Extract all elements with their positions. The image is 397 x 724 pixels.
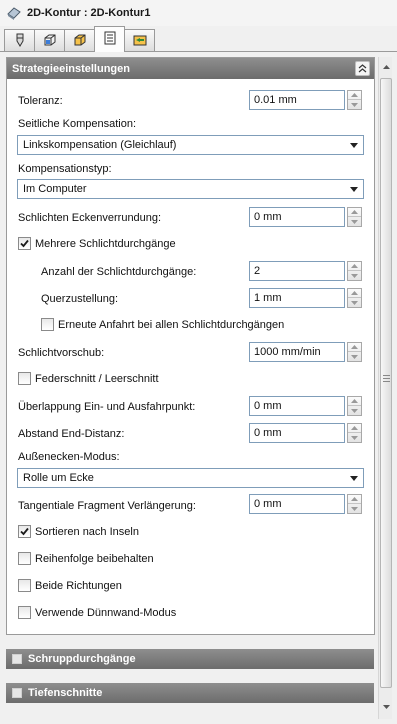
stock-box-icon [42,32,58,51]
tangential-label: Tangentiale Fragment Verlängerung: [18,500,196,512]
contour-operation-icon [6,5,22,21]
spin-down-icon[interactable] [348,352,361,361]
sortieren-label: Sortieren nach Inseln [35,526,139,538]
toleranz-spinner[interactable] [347,90,362,110]
spin-up-icon[interactable] [348,343,361,352]
querzustellung-label: Querzustellung: [41,293,119,305]
strategy-panel: Strategieeinstellungen Toleranz: 0.01 mm… [6,57,375,635]
duennwand-checkbox[interactable] [18,606,31,619]
querzustellung-input[interactable]: 1 mm [249,288,345,308]
aussenecken-value: Rolle um Ecke [23,472,94,484]
tab-stock[interactable] [34,29,65,52]
mehrere-checkbox[interactable] [18,237,31,250]
schlichtvorschub-input[interactable]: 1000 mm/min [249,342,345,362]
links-icon [132,32,148,51]
expand-square-icon [12,654,22,664]
spin-down-icon[interactable] [348,406,361,415]
abstand-label: Abstand End-Distanz: [18,428,125,440]
spin-down-icon[interactable] [348,271,361,280]
ueberlappung-label: Überlappung Ein- und Ausfahrpunkt: [18,401,196,413]
spin-down-icon[interactable] [348,298,361,307]
tab-strategy[interactable] [94,26,125,52]
aussenecken-select[interactable]: Rolle um Ecke [17,468,364,488]
ueberlappung-spinner[interactable] [347,396,362,416]
aussenecken-label: Außenecken-Modus: [18,451,120,463]
schrupp-section-title: Schruppdurchgänge [28,653,136,665]
spin-down-icon[interactable] [348,217,361,226]
beide-richtungen-label: Beide Richtungen [35,580,122,592]
spin-up-icon[interactable] [348,208,361,217]
kompensationstyp-select[interactable]: Im Computer [17,179,364,199]
tangential-spinner[interactable] [347,494,362,514]
anzahl-spinner[interactable] [347,261,362,281]
federschnitt-checkbox[interactable] [18,372,31,385]
schlichtvorschub-spinner[interactable] [347,342,362,362]
tab-divider [0,51,397,52]
spin-down-icon[interactable] [348,433,361,442]
dropdown-arrow-icon [350,476,358,481]
toleranz-input[interactable]: 0.01 mm [249,90,345,110]
spin-up-icon[interactable] [348,397,361,406]
geometry-box-icon [72,32,88,51]
dropdown-arrow-icon [350,187,358,192]
ueberlappung-input[interactable]: 0 mm [249,396,345,416]
tab-links[interactable] [124,29,155,52]
tiefen-section-title: Tiefenschnitte [28,687,103,699]
window-title: 2D-Kontur : 2D-Kontur1 [27,7,151,19]
strategy-list-icon [102,30,118,49]
dropdown-arrow-icon [350,143,358,148]
schrupp-section-header[interactable]: Schruppdurchgänge [6,649,374,669]
kompensationstyp-value: Im Computer [23,183,87,195]
spin-up-icon[interactable] [348,289,361,298]
toleranz-label: Toleranz: [18,95,63,107]
tab-tool[interactable] [4,29,35,52]
schlichtvorschub-label: Schlichtvorschub: [18,347,105,359]
erneute-anfahrt-checkbox[interactable] [41,318,54,331]
seitliche-kompensation-label: Seitliche Kompensation: [18,118,137,130]
scroll-down-arrow-icon[interactable] [380,700,392,714]
vertical-scrollbar[interactable] [378,57,392,719]
strategy-section-title: Strategieeinstellungen [12,62,130,75]
anzahl-input[interactable]: 2 [249,261,345,281]
ecken-input[interactable]: 0 mm [249,207,345,227]
window-titlebar: 2D-Kontur : 2D-Kontur1 [0,0,397,26]
spin-up-icon[interactable] [348,91,361,100]
querzustellung-spinner[interactable] [347,288,362,308]
spin-up-icon[interactable] [348,424,361,433]
scroll-grip-icon [383,375,390,382]
tab-geometry[interactable] [64,29,95,52]
seitliche-kompensation-value: Linkskompensation (Gleichlauf) [23,139,177,151]
erneute-anfahrt-label: Erneute Anfahrt bei allen Schlichtdurchg… [58,319,285,331]
ecken-spinner[interactable] [347,207,362,227]
expand-square-icon [12,688,22,698]
collapse-chevron-icon[interactable] [355,61,370,76]
tool-icon [12,32,28,51]
scrollbar-thumb[interactable] [380,78,392,688]
tangential-input[interactable]: 0 mm [249,494,345,514]
beide-richtungen-checkbox[interactable] [18,579,31,592]
federschnitt-label: Federschnitt / Leerschnitt [35,373,159,385]
sortieren-checkbox[interactable] [18,525,31,538]
scroll-up-arrow-icon[interactable] [380,60,392,74]
abstand-spinner[interactable] [347,423,362,443]
spin-down-icon[interactable] [348,504,361,513]
reihenfolge-label: Reihenfolge beibehalten [35,553,154,565]
mehrere-label: Mehrere Schlichtdurchgänge [35,238,176,250]
seitliche-kompensation-select[interactable]: Linkskompensation (Gleichlauf) [17,135,364,155]
operation-tabs [4,26,155,52]
strategy-section-header[interactable]: Strategieeinstellungen [7,58,374,79]
ecken-label: Schlichten Eckenverrundung: [18,212,162,224]
kompensationstyp-label: Kompensationstyp: [18,163,112,175]
abstand-input[interactable]: 0 mm [249,423,345,443]
spin-down-icon[interactable] [348,100,361,109]
spin-up-icon[interactable] [348,262,361,271]
spin-up-icon[interactable] [348,495,361,504]
anzahl-label: Anzahl der Schlichtdurchgänge: [41,266,197,278]
tiefen-section-header[interactable]: Tiefenschnitte [6,683,374,703]
duennwand-label: Verwende Dünnwand-Modus [35,607,177,619]
reihenfolge-checkbox[interactable] [18,552,31,565]
